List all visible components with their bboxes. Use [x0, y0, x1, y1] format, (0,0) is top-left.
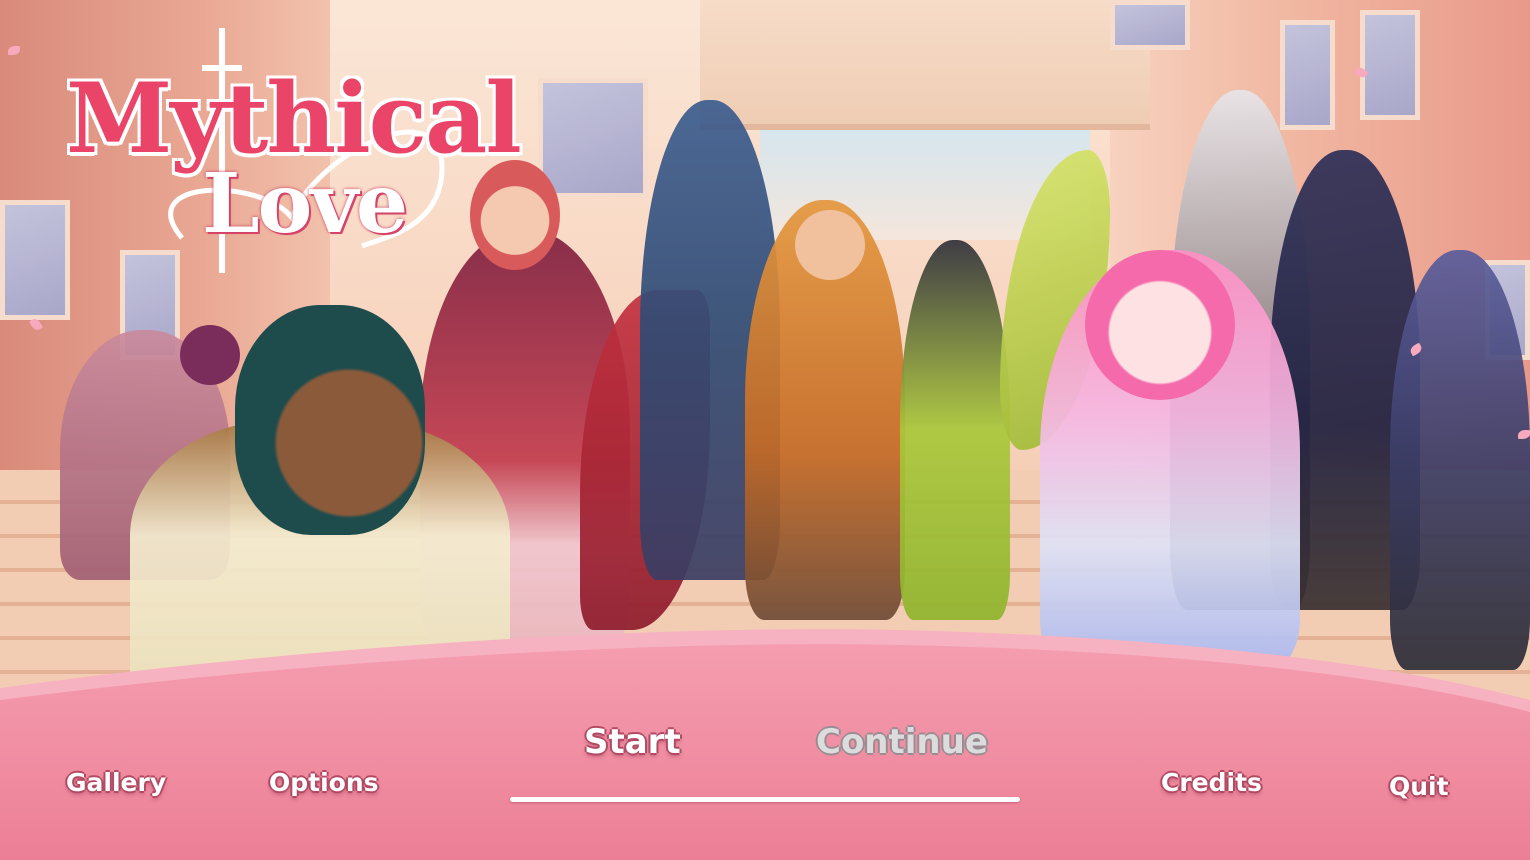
title-screen: Mythical Love Gallery Options Start Cont…	[0, 0, 1530, 860]
start-continue-underline	[510, 797, 1020, 802]
continue-button[interactable]: Continue	[816, 722, 988, 762]
options-button[interactable]: Options	[269, 768, 379, 797]
background-window	[1360, 10, 1420, 120]
gallery-button[interactable]: Gallery	[66, 768, 166, 797]
background-window	[0, 200, 70, 320]
character-green-overalls	[900, 240, 1010, 620]
character-head	[795, 210, 865, 280]
quit-button[interactable]: Quit	[1389, 772, 1449, 801]
game-logo: Mythical Love	[62, 28, 522, 278]
background-skybridge	[700, 0, 1150, 130]
character-head	[470, 160, 560, 270]
character-head	[180, 325, 240, 385]
character-wolf-young	[1390, 250, 1530, 670]
background-window	[1110, 0, 1190, 50]
logo-title-word: Love	[202, 156, 408, 252]
background-window	[538, 78, 648, 198]
start-button[interactable]: Start	[584, 722, 681, 762]
character-cat-man-head	[235, 305, 425, 535]
background-window	[1280, 20, 1335, 130]
character-head	[1085, 250, 1235, 400]
credits-button[interactable]: Credits	[1161, 768, 1262, 797]
